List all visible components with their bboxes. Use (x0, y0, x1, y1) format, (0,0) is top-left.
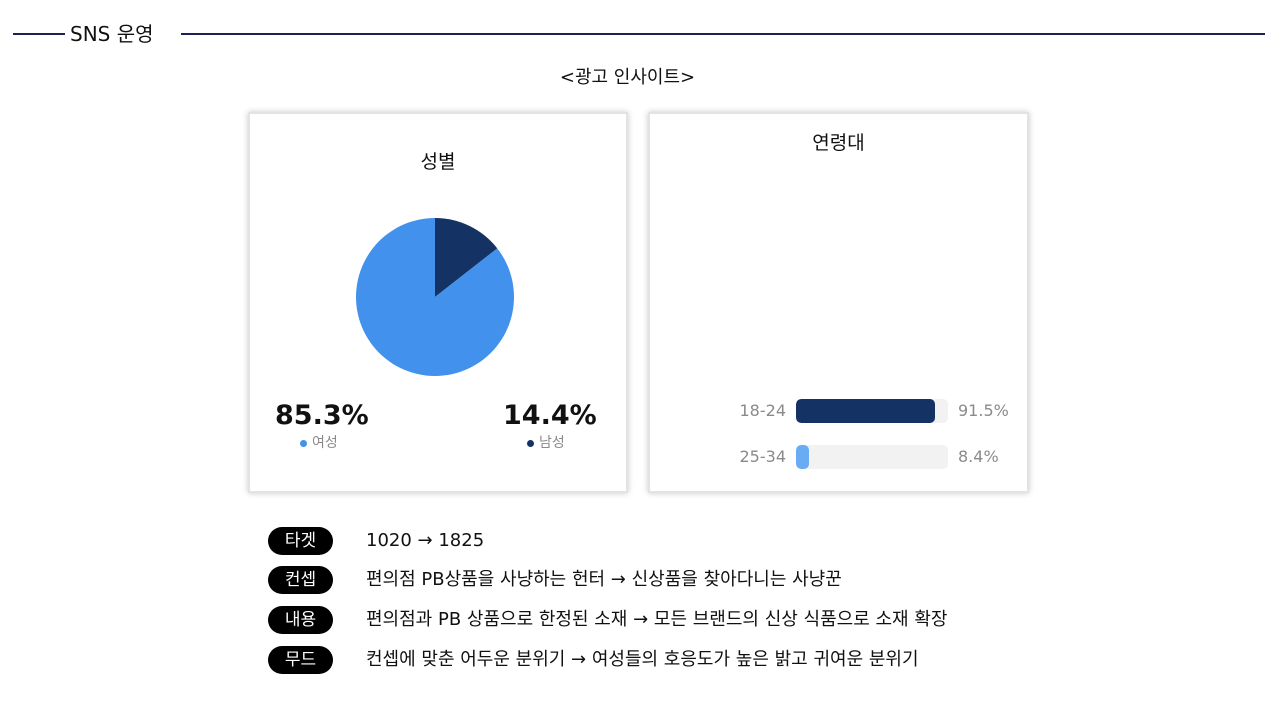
insight-title: <광고 인사이트> (559, 67, 696, 88)
age-bar-25-34 (796, 445, 809, 469)
legend-male-label: 남성 (539, 435, 565, 451)
age-bar-track-18-24 (796, 399, 948, 423)
gender-chart-title: 성별 (420, 151, 456, 173)
legend-female: 여성 (300, 434, 338, 452)
info-row-content: 내용 편의점과 PB 상품으로 한정된 소재 → 모든 브랜드의 신상 식품으로… (268, 606, 947, 634)
content-text: 편의점과 PB 상품으로 한정된 소재 → 모든 브랜드의 신상 식품으로 소재… (366, 609, 948, 630)
gender-pie-chart (356, 218, 514, 376)
legend-female-dot (300, 439, 307, 447)
target-text: 1020 → 1825 (366, 530, 485, 551)
header-rule-right (181, 33, 1265, 35)
info-row-mood: 무드 컨셉에 맞춘 어두운 분위기 → 여성들의 호응도가 높은 밝고 귀여운 … (268, 646, 919, 674)
target-tag: 타겟 (268, 527, 333, 555)
header-rule-left (13, 33, 65, 35)
mood-tag: 무드 (268, 646, 333, 674)
age-bar-track-25-34 (796, 445, 948, 469)
section-title: SNS 운영 (70, 22, 154, 46)
concept-text: 편의점 PB상품을 사냥하는 헌터 → 신상품을 찾아다니는 사냥꾼 (366, 569, 842, 590)
female-percent: 85.3% (275, 400, 369, 431)
legend-male: 남성 (527, 434, 565, 452)
content-tag: 내용 (268, 606, 333, 634)
mood-text: 컨셉에 맞춘 어두운 분위기 → 여성들의 호응도가 높은 밝고 귀여운 분위기 (366, 649, 919, 670)
legend-male-dot (527, 439, 534, 447)
age-card: 연령대 18-24 91.5% 25-34 8.4% (648, 112, 1029, 493)
age-bar-18-24 (796, 399, 936, 423)
age-label-25-34: 25-34 (739, 447, 787, 466)
legend-female-label: 여성 (312, 435, 338, 451)
age-value-18-24: 91.5% (958, 401, 1009, 420)
gender-card: 성별 85.3% 14.4% 여성 남성 (248, 112, 628, 493)
age-chart-title: 연령대 (812, 132, 865, 154)
concept-tag: 컨셉 (268, 566, 333, 594)
age-value-25-34: 8.4% (958, 447, 999, 466)
info-row-target: 타겟 1020 → 1825 (268, 527, 484, 555)
age-label-18-24: 18-24 (739, 401, 787, 420)
info-row-concept: 컨셉 편의점 PB상품을 사냥하는 헌터 → 신상품을 찾아다니는 사냥꾼 (268, 566, 842, 594)
male-percent: 14.4% (503, 400, 597, 431)
